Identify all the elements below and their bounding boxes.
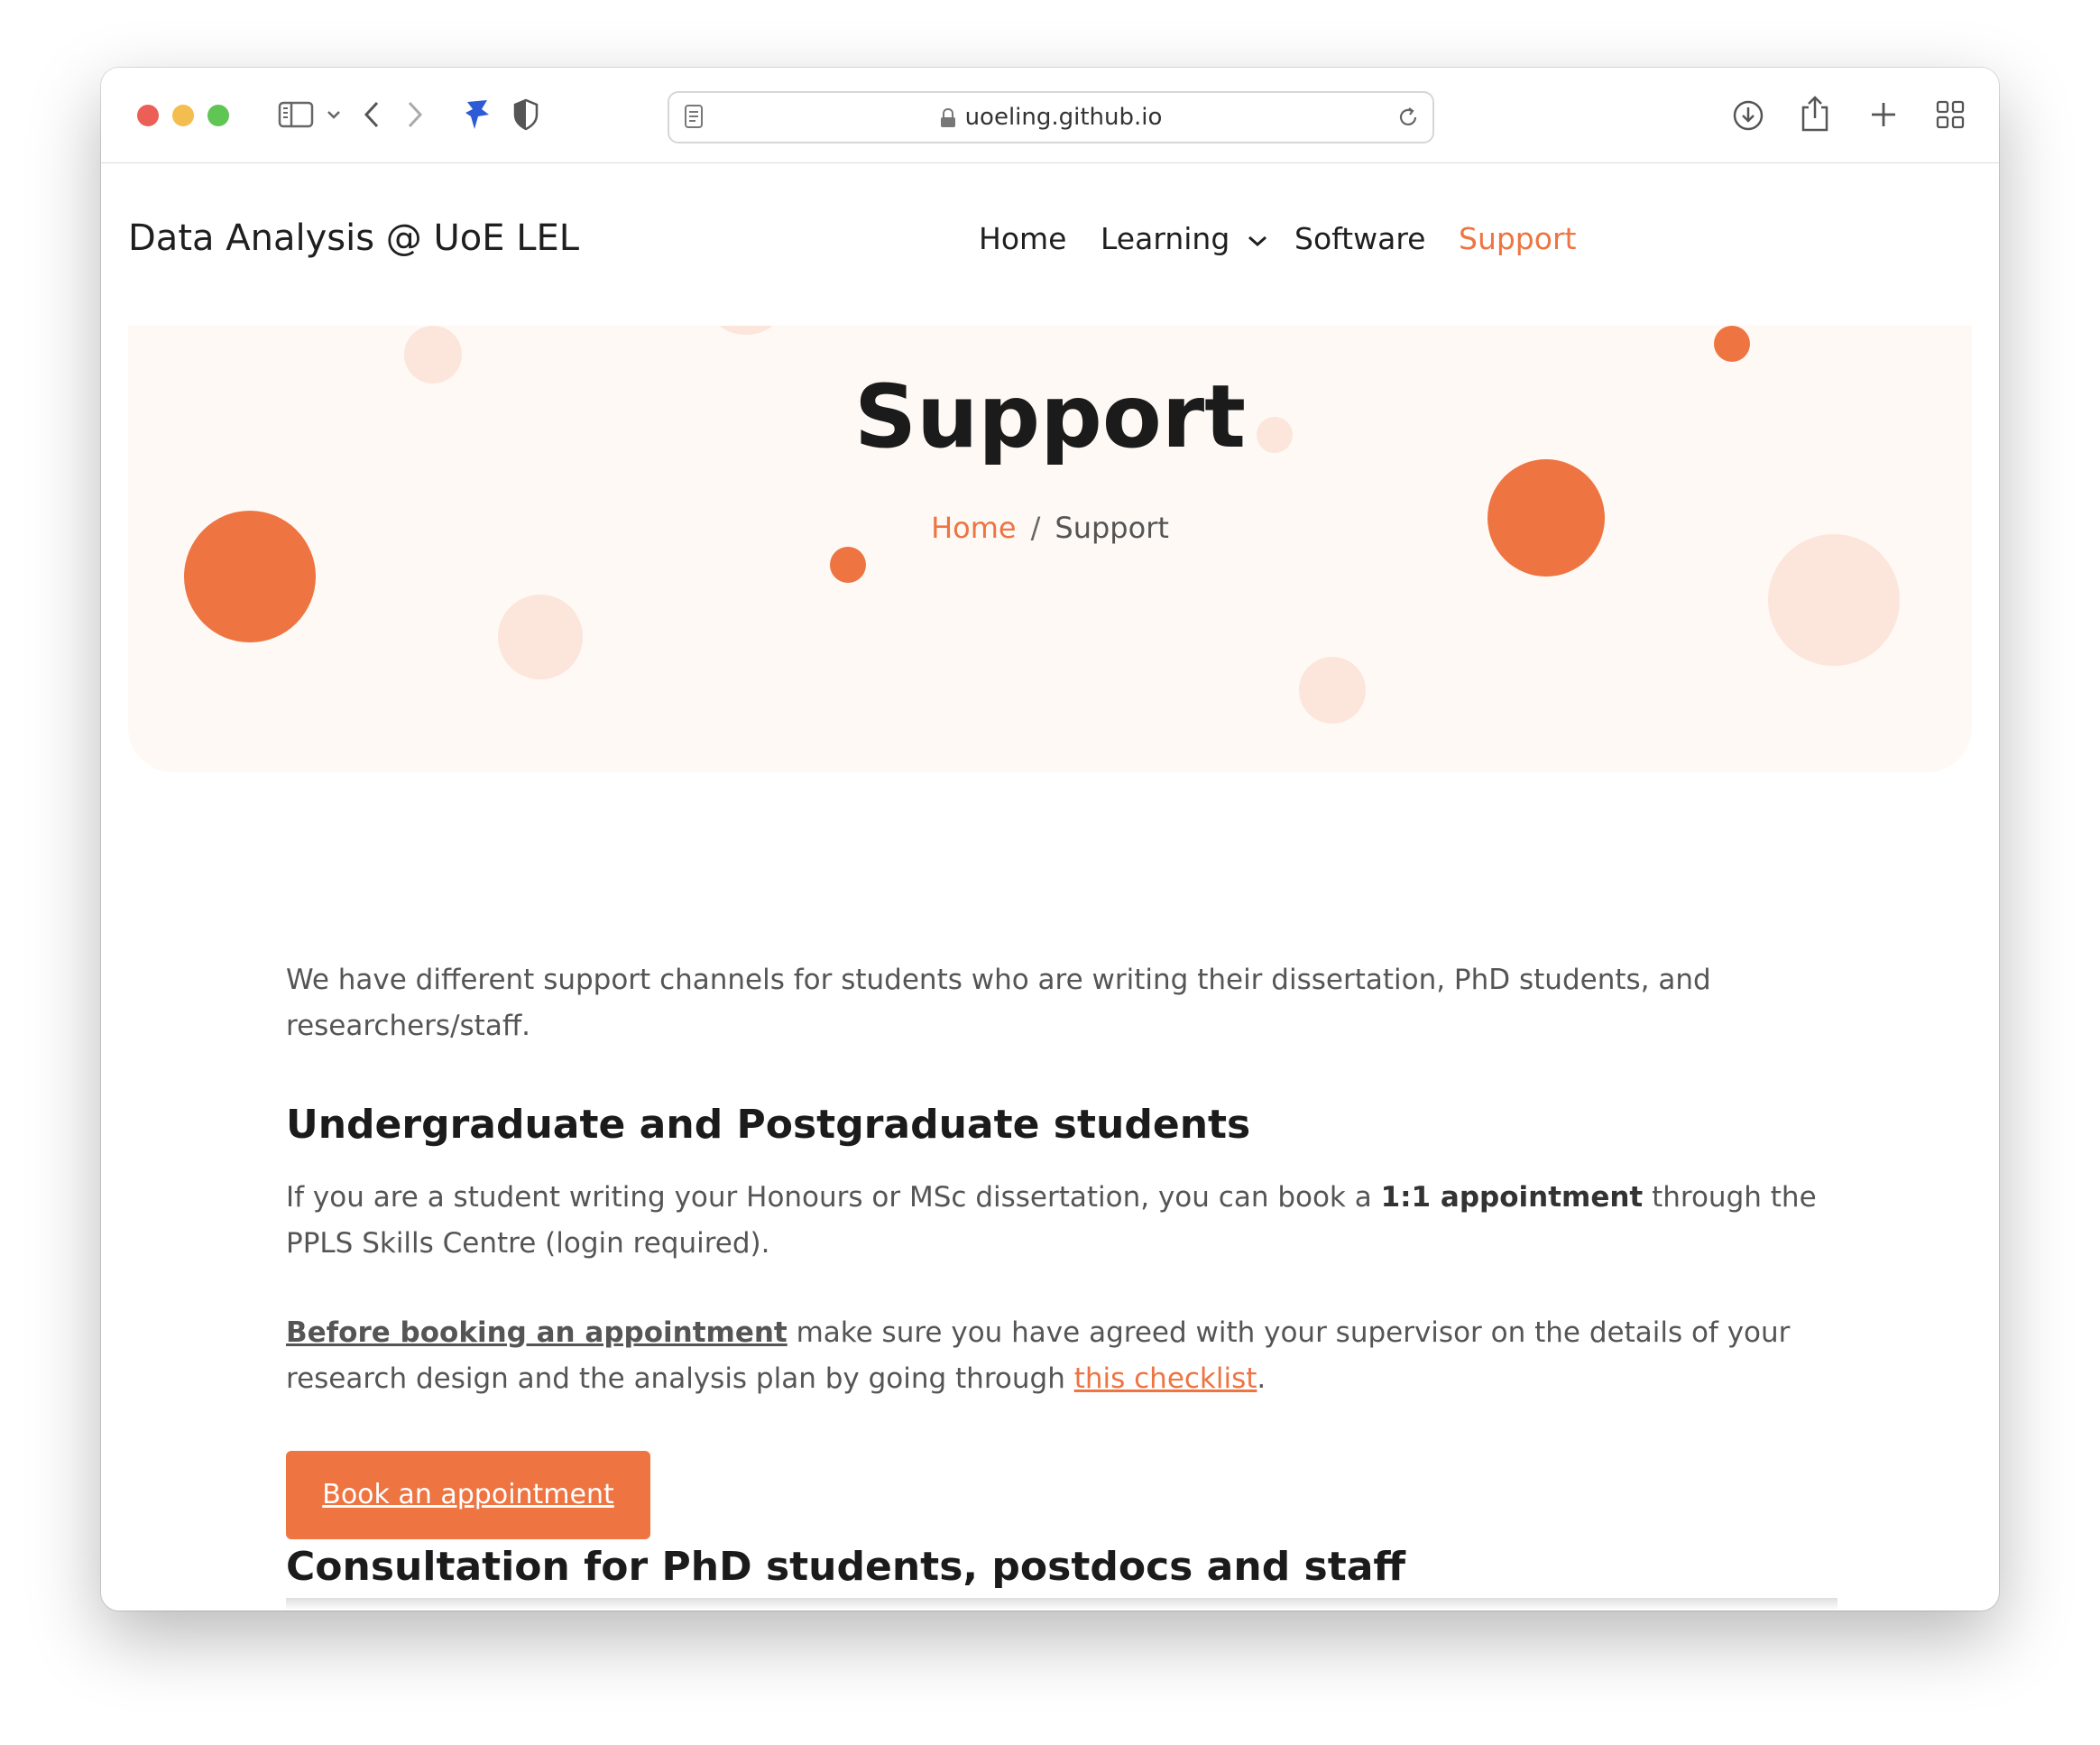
page-hero: Support Home / Support <box>128 326 1972 772</box>
intro-paragraph: We have different support channels for s… <box>286 964 1711 1042</box>
breadcrumb-home-link[interactable]: Home <box>931 511 1017 545</box>
nav-item-support[interactable]: Support <box>1459 221 1576 256</box>
decorative-dot <box>498 595 583 679</box>
sidebar-icon[interactable] <box>278 101 314 128</box>
close-window-button[interactable] <box>137 105 159 126</box>
browser-toolbar: uoeling.github.io <box>101 68 1999 163</box>
nav-item-learning[interactable]: Learning <box>1101 221 1268 256</box>
appointment-paragraph: If you are a student writing your Honour… <box>286 1175 1819 1267</box>
page-content: Data Analysis @ UoE LEL Home Learning So… <box>101 163 1999 1611</box>
nav-item-software[interactable]: Software <box>1294 221 1425 256</box>
paragraph-text: . <box>1257 1362 1266 1395</box>
decorative-dot <box>830 547 866 583</box>
download-icon[interactable] <box>1732 99 1764 132</box>
lock-icon <box>940 107 955 127</box>
address-bar[interactable]: uoeling.github.io <box>668 91 1434 143</box>
decorative-dot <box>1714 326 1750 362</box>
decorative-dot <box>1768 534 1900 666</box>
decorative-dot <box>1299 657 1366 724</box>
url-text: uoeling.github.io <box>964 104 1163 131</box>
checklist-link[interactable]: this checklist <box>1074 1362 1257 1395</box>
before-booking-emphasis: Before booking an appointment <box>286 1316 788 1349</box>
browser-window: uoeling.github.io Data Analysis @ UoE LE… <box>101 68 1999 1611</box>
forward-arrow-icon[interactable] <box>406 100 424 129</box>
zoom-window-button[interactable] <box>207 105 229 126</box>
decorative-dot <box>705 326 787 335</box>
book-appointment-button[interactable]: Book an appointment <box>286 1451 650 1539</box>
back-arrow-icon[interactable] <box>363 100 381 129</box>
breadcrumb-separator: / <box>1030 511 1041 545</box>
site-nav: Data Analysis @ UoE LEL Home Learning So… <box>101 163 1999 326</box>
page-title: Support <box>853 366 1247 467</box>
minimize-window-button[interactable] <box>172 105 194 126</box>
share-icon[interactable] <box>1801 95 1829 133</box>
tab-overview-icon[interactable] <box>1936 100 1965 129</box>
reload-icon[interactable] <box>1396 106 1420 129</box>
chevron-down-icon[interactable] <box>327 109 341 120</box>
breadcrumb-current: Support <box>1055 511 1169 545</box>
section-heading-phd: Consultation for PhD students, postdocs … <box>286 1544 1406 1590</box>
extension-icon[interactable] <box>462 97 494 133</box>
chevron-down-icon <box>1248 235 1266 246</box>
privacy-shield-icon[interactable] <box>512 98 539 131</box>
clipped-text-line <box>286 1598 1838 1611</box>
appointment-emphasis: 1:1 appointment <box>1380 1181 1644 1214</box>
breadcrumb: Home / Support <box>128 511 1972 545</box>
checklist-paragraph: Before booking an appointment make sure … <box>286 1310 1819 1402</box>
site-brand[interactable]: Data Analysis @ UoE LEL <box>128 217 579 259</box>
nav-item-home[interactable]: Home <box>979 221 1066 256</box>
nav-item-label: Learning <box>1101 221 1230 256</box>
new-tab-plus-icon[interactable] <box>1869 100 1898 129</box>
paragraph-text: If you are a student writing your Honour… <box>286 1181 1381 1214</box>
section-heading-students: Undergraduate and Postgraduate students <box>286 1102 1251 1148</box>
